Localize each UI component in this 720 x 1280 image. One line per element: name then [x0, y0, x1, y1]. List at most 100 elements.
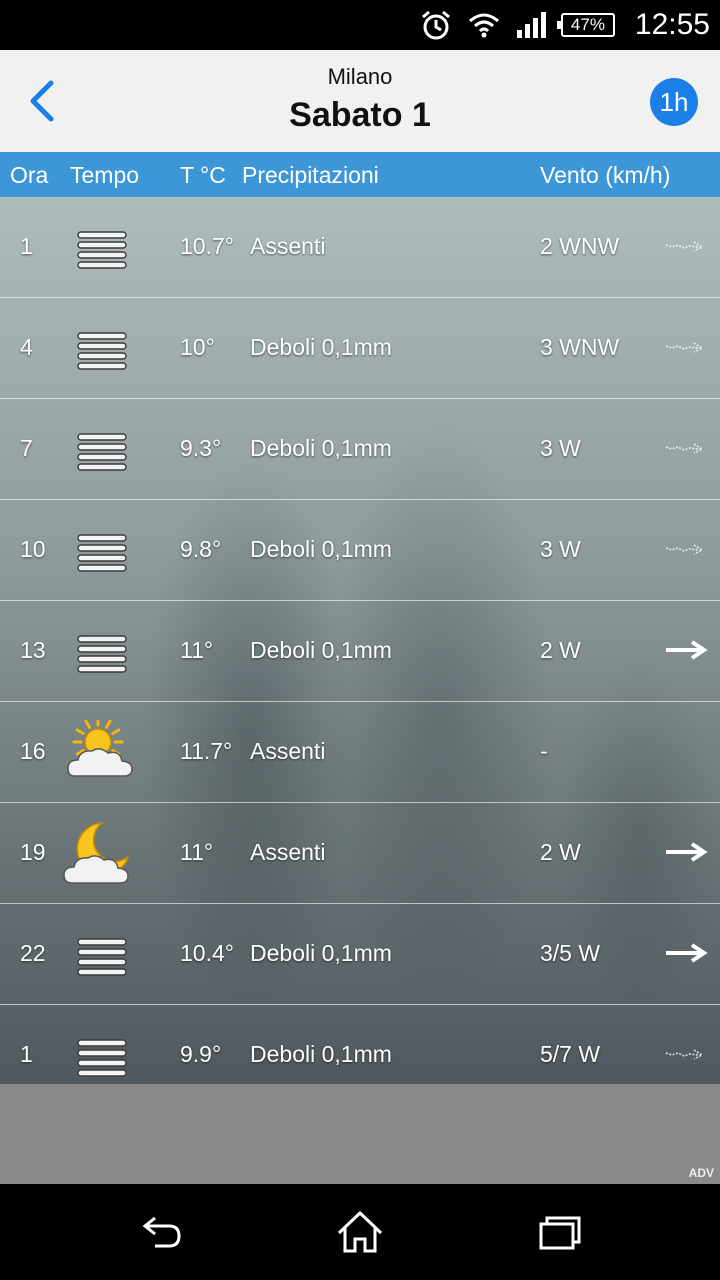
wind-direction — [662, 334, 708, 360]
forecast-row[interactable]: 7 9.3° Deboli 0,1mm 3 W — [0, 399, 720, 500]
forecast-row[interactable]: 19 11° Assenti 2 W — [0, 803, 720, 904]
fog-icon — [77, 635, 127, 673]
row-hour: 4 — [20, 334, 33, 360]
row-precipitation: Deboli 0,1mm — [250, 435, 392, 461]
row-wind: 2 WNW — [540, 233, 620, 259]
ad-label: ADV — [688, 1166, 714, 1180]
moon-cloud-icon — [63, 822, 130, 884]
row-temperature: 10° — [180, 334, 215, 360]
row-precipitation: Deboli 0,1mm — [250, 637, 392, 663]
row-hour: 13 — [20, 637, 46, 663]
row-wind: 5/7 W — [540, 1041, 601, 1067]
weather-icon — [62, 821, 138, 887]
row-precipitation: Deboli 0,1mm — [250, 1041, 392, 1067]
row-wind: 3 W — [540, 435, 581, 461]
row-hour: 16 — [20, 738, 46, 764]
weather-icon — [62, 316, 138, 382]
row-temperature: 11° — [180, 637, 214, 663]
sun-cloud-icon — [67, 716, 133, 777]
wind-arrow-icon — [665, 544, 704, 555]
row-precipitation: Assenti — [250, 738, 326, 764]
weather-icon — [62, 518, 138, 584]
row-precipitation: Assenti — [250, 839, 326, 865]
wind-direction — [662, 839, 708, 865]
nav-back-button[interactable] — [130, 1204, 190, 1260]
wifi-icon — [468, 13, 499, 38]
forecast-row[interactable]: 13 11° Deboli 0,1mm 2 W — [0, 601, 720, 702]
nav-home-button[interactable] — [330, 1204, 390, 1260]
ad-banner[interactable]: ADV — [0, 1084, 720, 1184]
forecast-row[interactable]: 1 10.7° Assenti 2 WNW — [0, 197, 720, 298]
status-icons: 47% 12:55 — [419, 0, 710, 50]
back-icon — [142, 1216, 181, 1248]
weather-icon — [62, 619, 138, 685]
wind-direction — [662, 435, 708, 461]
wind-direction — [662, 1041, 708, 1067]
wind-arrow-icon — [665, 443, 704, 454]
column-header-bar: Ora Tempo T °C Precipitazioni Vento (km/… — [0, 152, 720, 197]
column-hour: Ora — [10, 162, 49, 188]
row-temperature: 9.8° — [180, 536, 222, 562]
nav-recents-button[interactable] — [530, 1204, 590, 1260]
forecast-row[interactable]: 22 10.4° Deboli 0,1mm 3/5 W — [0, 904, 720, 1005]
wind-arrow-icon — [666, 943, 708, 963]
forecast-list[interactable]: 1 10.7° Assenti 2 WNW 4 10° Deboli 0,1mm 3 WNW 7… — [0, 197, 720, 1084]
wind-direction — [662, 233, 708, 259]
wind-direction — [662, 536, 708, 562]
navigation-bar — [0, 1184, 720, 1280]
fog-icon — [77, 231, 127, 269]
city-name: Milano — [327, 64, 393, 89]
weather-icon — [62, 716, 138, 786]
row-wind: 2 W — [540, 637, 581, 663]
wind-arrow-icon — [665, 1049, 704, 1060]
row-temperature: 11.7° — [180, 738, 233, 764]
fog-icon — [77, 433, 127, 471]
row-hour: 7 — [20, 435, 33, 461]
fog-icon — [77, 938, 127, 976]
wind-arrow-icon — [665, 241, 704, 252]
forecast-row[interactable]: 4 10° Deboli 0,1mm 3 WNW — [0, 298, 720, 399]
weather-icon — [62, 922, 138, 988]
signal-icon — [516, 12, 546, 38]
status-bar: 47% 12:55 — [0, 0, 720, 50]
row-temperature: 10.7° — [180, 233, 234, 259]
row-precipitation: Deboli 0,1mm — [250, 536, 392, 562]
weather-icon — [62, 1023, 138, 1084]
recents-icon — [539, 1216, 581, 1250]
row-hour: 10 — [20, 536, 46, 562]
column-wind: Vento (km/h) — [540, 162, 671, 188]
wind-arrow-icon — [666, 640, 708, 660]
column-precip: Precipitazioni — [242, 162, 379, 188]
row-temperature: 9.3° — [180, 435, 222, 461]
battery-icon: 47% — [556, 13, 615, 37]
row-temperature: 9.9° — [180, 1041, 222, 1067]
column-weather: Tempo — [70, 162, 140, 188]
forecast-row[interactable]: 1 9.9° Deboli 0,1mm 5/7 W — [0, 1005, 720, 1084]
row-temperature: 11° — [180, 839, 214, 865]
home-icon — [337, 1210, 383, 1253]
app-header: Milano Sabato 1 1h — [0, 50, 720, 152]
fog-icon — [77, 534, 127, 572]
row-wind: 3/5 W — [540, 940, 601, 966]
row-wind: 3 WNW — [540, 334, 620, 360]
row-wind: 2 W — [540, 839, 581, 865]
forecast-row[interactable]: 16 11.7° Assenti - — [0, 702, 720, 803]
row-precipitation: Deboli 0,1mm — [250, 334, 392, 360]
wind-direction — [662, 637, 708, 663]
row-precipitation: Assenti — [250, 233, 326, 259]
row-hour: 1 — [20, 1041, 33, 1067]
fog-icon — [77, 332, 127, 370]
weather-icon — [62, 417, 138, 483]
row-hour: 1 — [20, 233, 33, 259]
interval-button[interactable]: 1h — [650, 78, 698, 126]
row-hour: 22 — [20, 940, 46, 966]
status-time: 12:55 — [634, 8, 710, 41]
alarm-icon — [421, 10, 450, 40]
row-precipitation: Deboli 0,1mm — [250, 940, 392, 966]
forecast-row[interactable]: 10 9.8° Deboli 0,1mm 3 W — [0, 500, 720, 601]
fog-icon — [77, 1039, 127, 1077]
wind-arrow-icon — [666, 842, 708, 862]
page-title: Sabato 1 — [289, 96, 431, 134]
wind-arrow-icon — [665, 342, 704, 353]
row-temperature: 10.4° — [180, 940, 234, 966]
